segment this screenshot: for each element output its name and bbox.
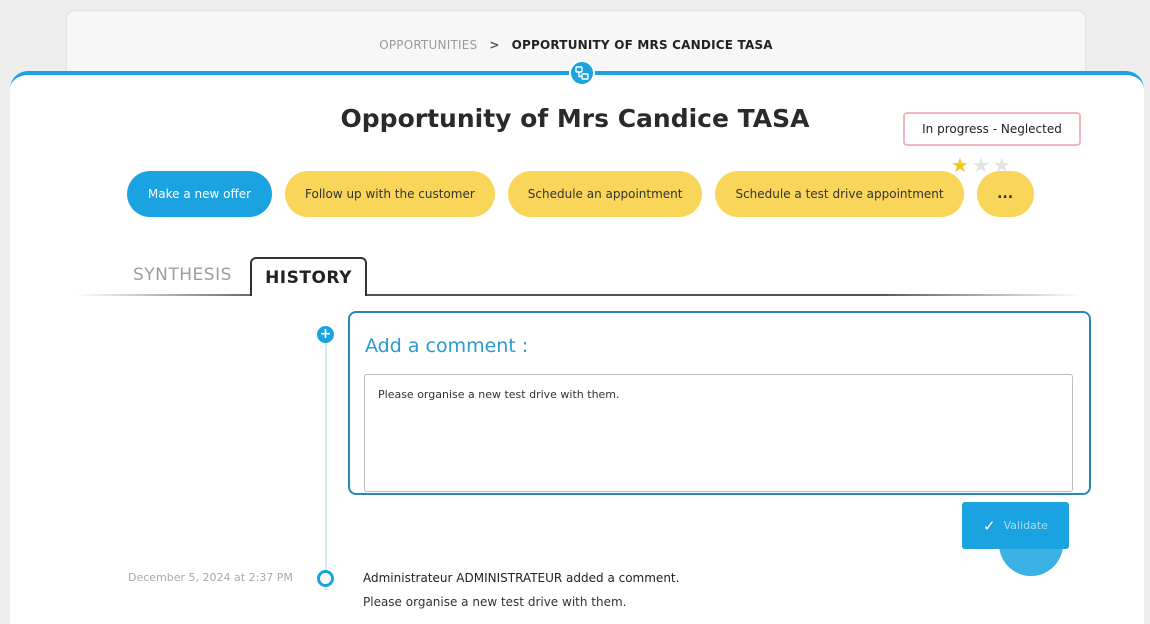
add-comment-title: Add a comment : <box>365 335 529 357</box>
validate-label: Validate <box>1003 519 1048 532</box>
history-entry-date: December 5, 2024 at 2:37 PM <box>128 571 293 584</box>
plus-circle-icon: + <box>317 326 334 343</box>
breadcrumb-separator: > <box>489 38 500 52</box>
status-badge: In progress - Neglected <box>903 112 1081 146</box>
breadcrumb-current: OPPORTUNITY OF MRS CANDICE TASA <box>511 38 773 52</box>
breadcrumb-opportunities-link[interactable]: OPPORTUNITIES <box>379 38 477 52</box>
breadcrumb: OPPORTUNITIES > OPPORTUNITY OF MRS CANDICE… <box>67 38 1085 52</box>
timeline-line <box>325 340 327 590</box>
timeline-entry-marker <box>317 570 334 587</box>
history-entry-title: Administrateur ADMINISTRATEUR added a co… <box>363 571 680 585</box>
history-entry-body: Please organise a new test drive with th… <box>363 595 627 609</box>
schedule-appointment-button[interactable]: Schedule an appointment <box>507 171 703 217</box>
sitemap-icon <box>569 60 595 86</box>
comment-textarea[interactable]: Please organise a new test drive with th… <box>364 374 1073 492</box>
follow-up-button[interactable]: Follow up with the customer <box>285 171 495 217</box>
tabs-divider <box>75 294 1080 296</box>
check-icon: ✓ <box>983 516 996 535</box>
tab-history[interactable]: HISTORY <box>250 257 367 296</box>
schedule-test-drive-button[interactable]: Schedule a test drive appointment <box>715 171 964 217</box>
tab-synthesis[interactable]: SYNTHESIS <box>133 265 232 285</box>
more-actions-button[interactable]: ... <box>976 171 1034 217</box>
add-comment-panel: Add a comment : Please organise a new te… <box>348 311 1091 495</box>
action-bar: Make a new offer Follow up with the cust… <box>127 171 1034 217</box>
make-new-offer-button[interactable]: Make a new offer <box>127 171 272 217</box>
